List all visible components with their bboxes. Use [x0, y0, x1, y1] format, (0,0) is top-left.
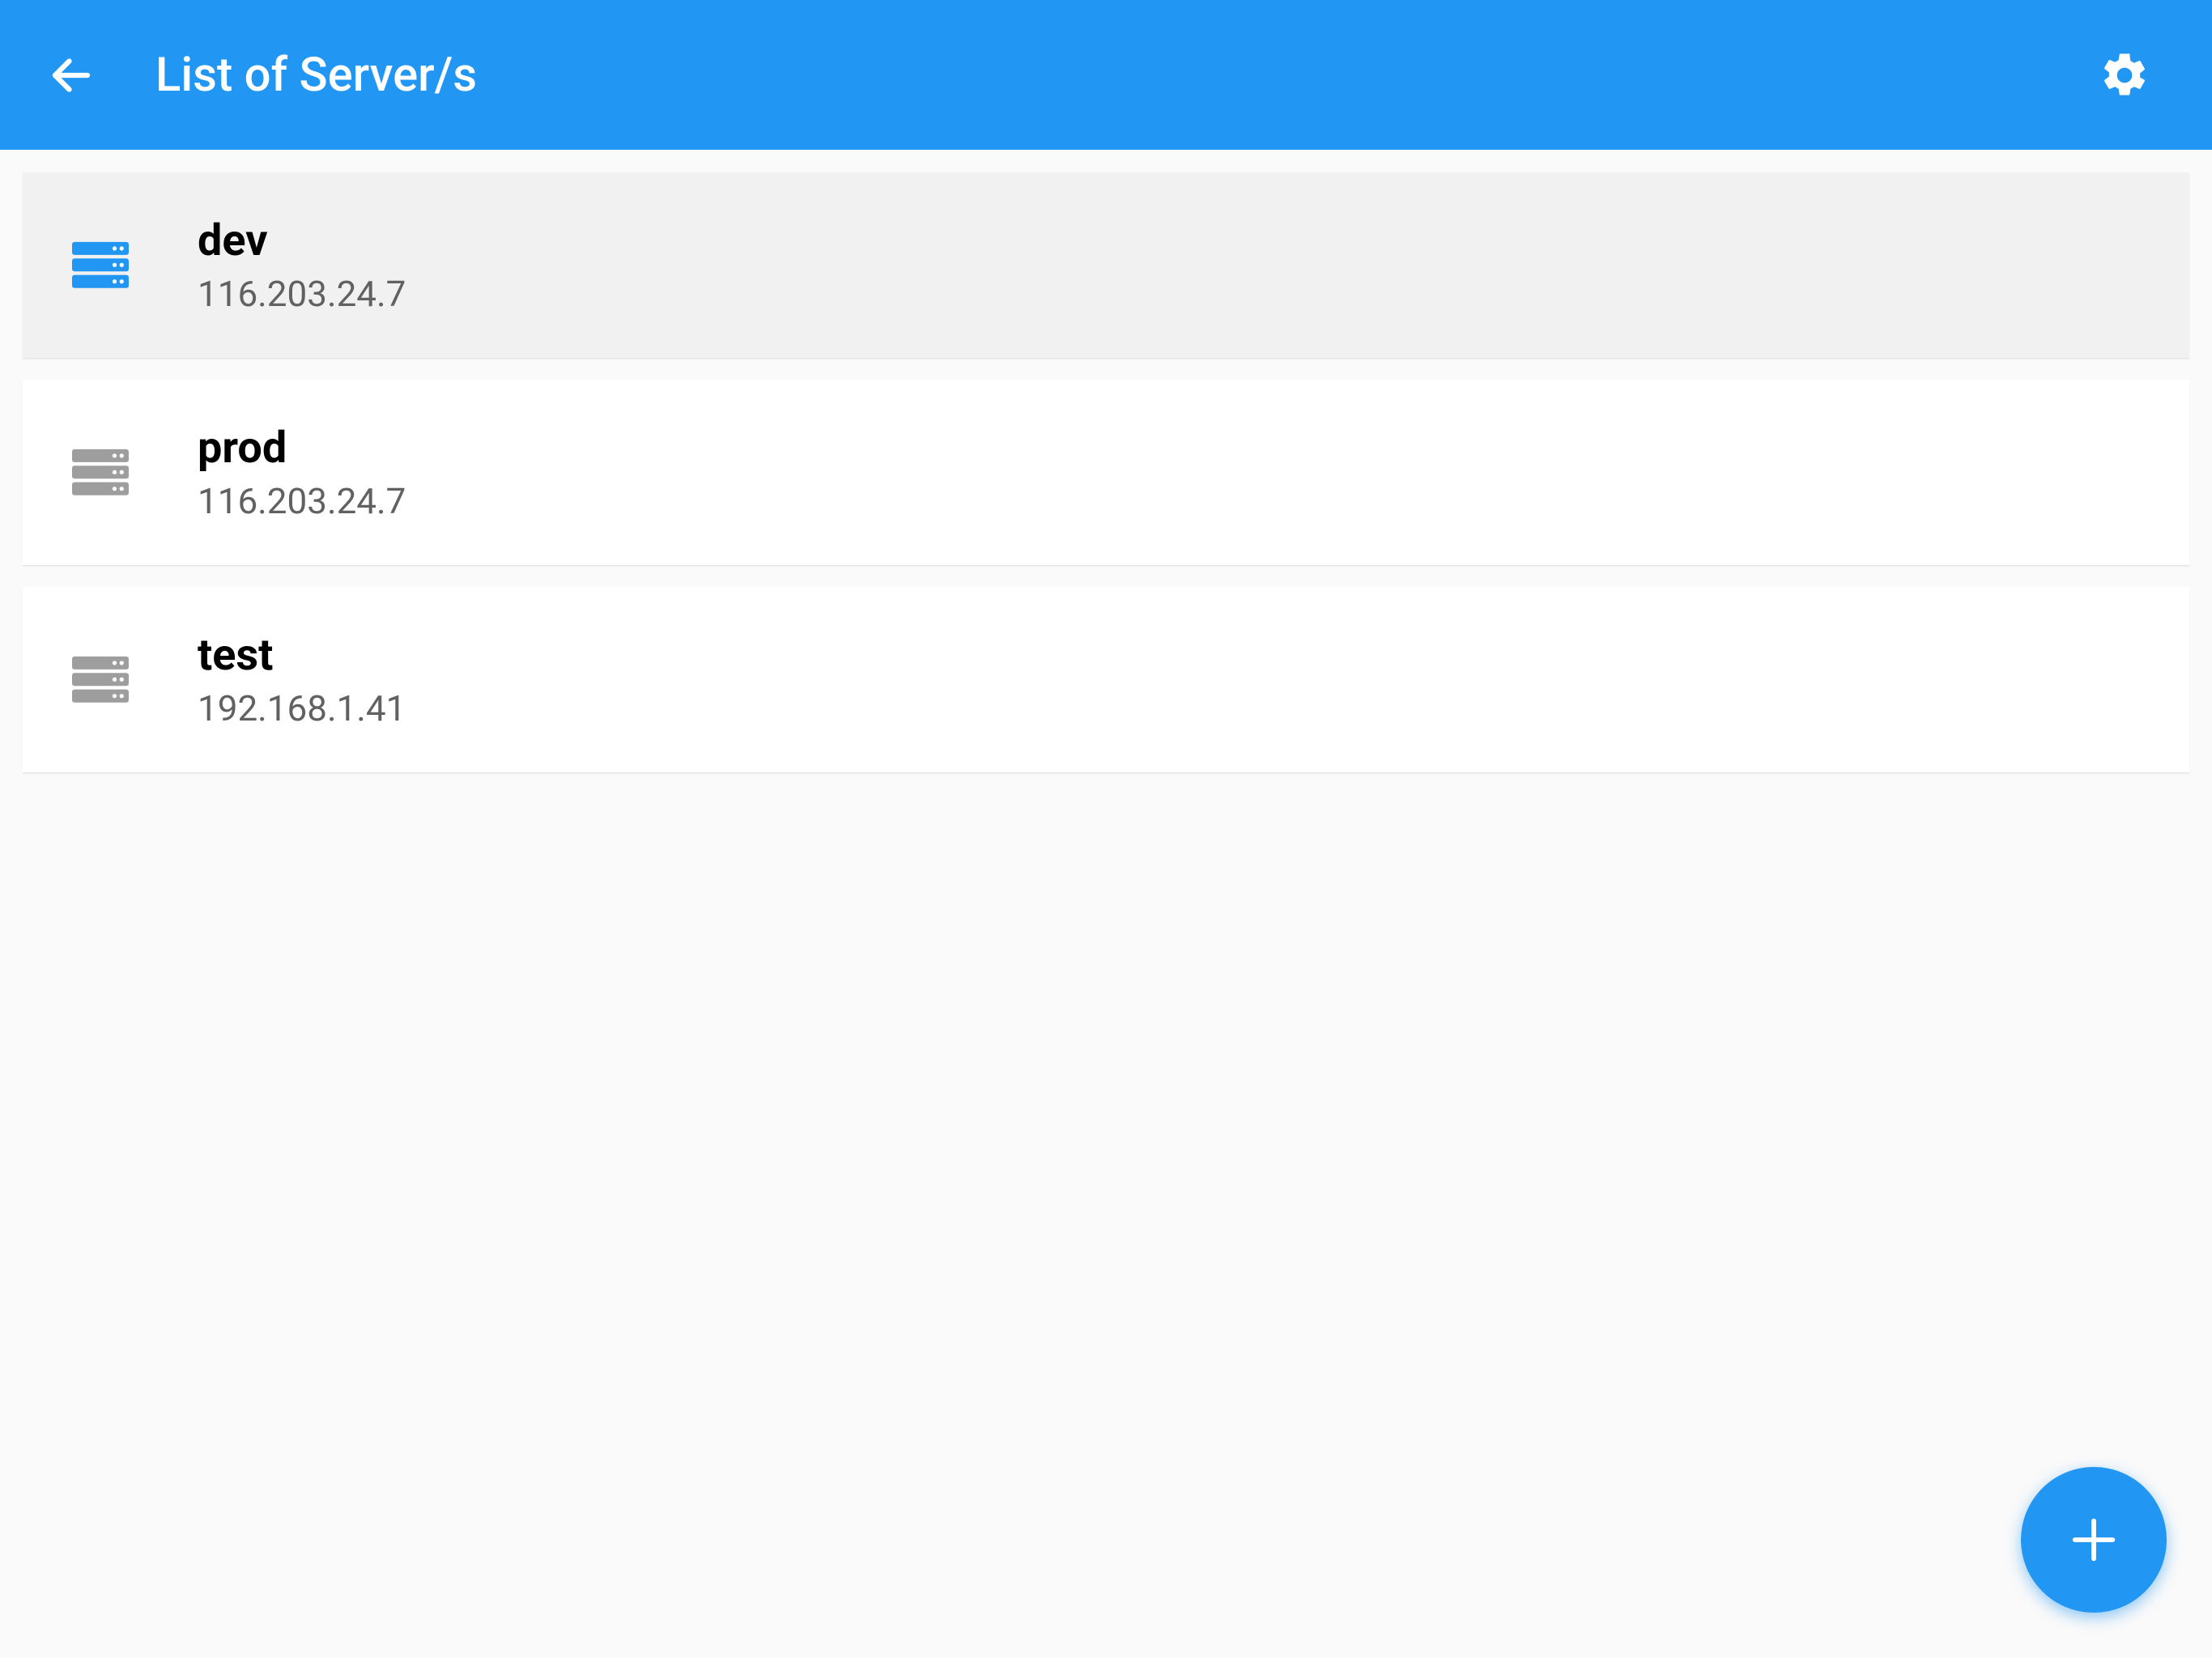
server-item-texts: test 192.168.1.41 — [198, 630, 406, 729]
server-name: test — [198, 630, 406, 681]
back-button[interactable] — [32, 36, 110, 114]
server-list-item[interactable]: test 192.168.1.41 — [23, 587, 2189, 773]
plus-icon — [2065, 1511, 2122, 1568]
server-icon — [68, 648, 133, 712]
page-title: List of Server/s — [155, 48, 2086, 103]
app-bar: List of Server/s — [0, 0, 2212, 150]
gear-icon — [2099, 49, 2150, 101]
server-icon — [68, 233, 133, 298]
server-item-texts: dev 116.203.24.7 — [198, 215, 406, 315]
server-list-item[interactable]: prod 116.203.24.7 — [23, 380, 2189, 566]
server-item-texts: prod 116.203.24.7 — [198, 423, 406, 522]
server-list-item[interactable]: dev 116.203.24.7 — [23, 172, 2189, 359]
server-address: 116.203.24.7 — [198, 480, 406, 522]
server-list: dev 116.203.24.7 prod 116.203.24.7 — [0, 150, 2212, 817]
server-icon — [68, 440, 133, 505]
server-name: prod — [198, 423, 406, 474]
server-address: 116.203.24.7 — [198, 273, 406, 315]
add-server-button[interactable] — [2021, 1467, 2167, 1613]
server-address: 192.168.1.41 — [198, 687, 406, 729]
server-name: dev — [198, 215, 406, 266]
arrow-left-icon — [47, 51, 96, 100]
settings-button[interactable] — [2086, 36, 2163, 114]
